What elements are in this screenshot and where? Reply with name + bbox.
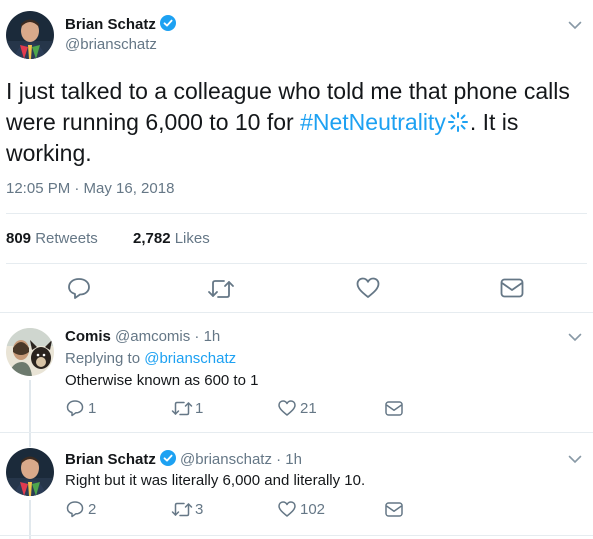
envelope-icon[interactable] [384, 400, 404, 417]
chevron-down-icon[interactable] [568, 330, 582, 344]
chevron-down-icon[interactable] [568, 18, 582, 32]
reply-count: 2 [88, 501, 97, 518]
heart-icon[interactable] [277, 399, 297, 417]
retweet-count: 809 [6, 230, 32, 247]
reply-count: 1 [88, 400, 97, 417]
replying-to: Replying to @brianschatz [65, 350, 236, 367]
reply-icon[interactable] [65, 500, 85, 518]
retweet-count: 3 [195, 501, 204, 518]
reply-author-handle[interactable]: @brianschatz [180, 451, 272, 468]
author-handle[interactable]: @brianschatz [65, 36, 157, 53]
reply-icon[interactable] [65, 399, 85, 417]
replying-to-link[interactable]: @brianschatz [144, 350, 236, 367]
section-divider [0, 535, 593, 536]
heart-icon[interactable] [355, 276, 381, 300]
divider [6, 213, 587, 214]
reply-avatar[interactable] [6, 448, 54, 496]
thread-line [29, 380, 31, 440]
reply-time[interactable]: · 1h [276, 451, 302, 468]
like-count: 2,782 [133, 230, 171, 247]
section-divider [0, 432, 593, 433]
heart-icon[interactable] [277, 500, 297, 518]
reply-text: Right but it was literally 6,000 and lit… [65, 472, 366, 489]
tweet-timestamp[interactable]: 12:05 PM · May 16, 2018 [6, 180, 174, 197]
reply-icon[interactable] [66, 276, 92, 300]
like-count: 21 [300, 400, 317, 417]
replying-to-label: Replying to [65, 350, 141, 367]
author-avatar[interactable] [6, 11, 54, 59]
retweet-stat[interactable]: 809 Retweets [6, 230, 98, 247]
reply-author-name[interactable]: Brian Schatz [65, 451, 156, 468]
like-stat[interactable]: 2,782 Likes [133, 230, 210, 247]
reply-avatar[interactable] [6, 328, 54, 376]
divider [6, 263, 587, 264]
tweet-text: I just talked to a colleague who told me… [6, 76, 586, 169]
author-name[interactable]: Brian Schatz [65, 16, 156, 33]
thread-line [29, 500, 31, 539]
chevron-down-icon[interactable] [568, 452, 582, 466]
retweet-count: 1 [195, 400, 204, 417]
envelope-icon[interactable] [384, 501, 404, 518]
like-label: Likes [174, 230, 210, 247]
verified-badge-icon [159, 15, 176, 31]
reply-author-name[interactable]: Comis [65, 328, 111, 345]
retweet-label: Retweets [35, 230, 98, 247]
reply-text: Otherwise known as 600 to 1 [65, 372, 259, 389]
hashtag-emoji-icon [446, 110, 470, 132]
retweet-icon[interactable] [206, 278, 236, 300]
reply-time[interactable]: · 1h [194, 328, 220, 345]
like-count: 102 [300, 501, 326, 518]
thread-line [29, 433, 31, 447]
section-divider [0, 312, 593, 313]
retweet-icon[interactable] [170, 501, 194, 518]
envelope-icon[interactable] [499, 277, 525, 299]
reply-author-handle[interactable]: @amcomis [115, 328, 190, 345]
hashtag-link[interactable]: #NetNeutrality [300, 109, 446, 135]
retweet-icon[interactable] [170, 400, 194, 417]
verified-badge-icon [159, 450, 176, 466]
